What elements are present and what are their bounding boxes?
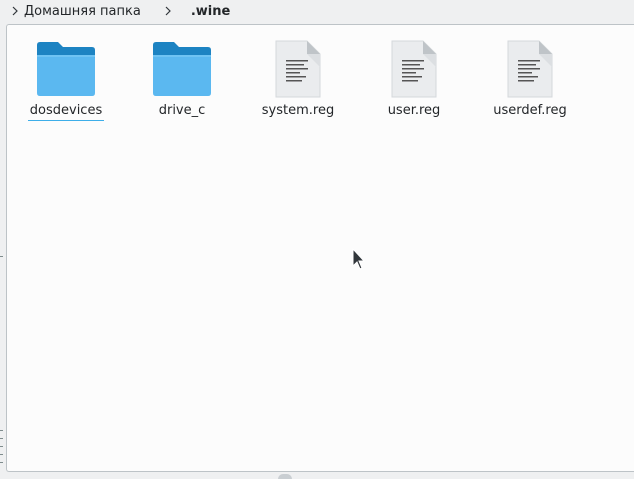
text-document-icon <box>266 37 330 101</box>
folder-icon <box>34 37 98 101</box>
file-item-userdef-reg[interactable]: userdef.reg <box>480 37 580 120</box>
resize-handle[interactable] <box>278 474 292 479</box>
file-name: drive_c <box>158 103 206 118</box>
breadcrumb: Домашняя папка .wine <box>0 0 634 22</box>
view-edge-marks <box>0 24 4 472</box>
breadcrumb-item-current[interactable]: .wine <box>189 4 236 19</box>
file-item-dosdevices[interactable]: dosdevices <box>16 37 116 121</box>
file-name: dosdevices <box>27 102 105 121</box>
chevron-right-icon[interactable] <box>8 4 22 18</box>
file-name: system.reg <box>261 103 335 118</box>
file-name: userdef.reg <box>493 103 567 118</box>
text-document-icon <box>498 37 562 101</box>
mouse-pointer-icon <box>352 247 366 270</box>
folder-icon <box>150 37 214 101</box>
chevron-right-icon[interactable] <box>161 4 175 18</box>
file-item-user-reg[interactable]: user.reg <box>364 37 464 120</box>
file-name: user.reg <box>387 103 441 118</box>
text-document-icon <box>382 37 446 101</box>
file-view[interactable]: dosdevices drive_c system.reg user.reg u… <box>6 24 634 472</box>
file-item-drive-c[interactable]: drive_c <box>132 37 232 120</box>
breadcrumb-item-home[interactable]: Домашняя папка <box>22 4 147 19</box>
file-item-system-reg[interactable]: system.reg <box>248 37 348 120</box>
